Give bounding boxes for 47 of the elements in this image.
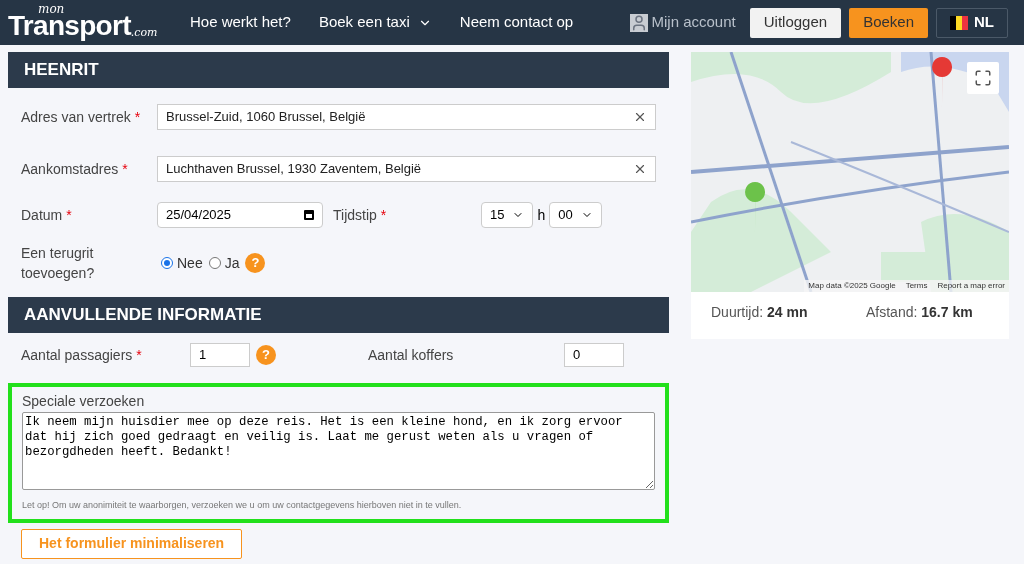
passengers-field[interactable]: 1: [190, 343, 250, 367]
required-mark: *: [134, 107, 141, 127]
required-mark: *: [136, 345, 142, 365]
field-label: Tijdstip: [333, 205, 377, 225]
flag-icon: [950, 15, 968, 30]
language-button[interactable]: NL: [936, 7, 1008, 38]
clear-icon[interactable]: [633, 162, 647, 176]
calendar-icon: [304, 210, 314, 220]
select-field[interactable]: 00: [549, 202, 602, 228]
clear-icon[interactable]: [633, 110, 647, 124]
radio-option[interactable]: Ja: [208, 252, 240, 274]
distance-text: Afstand: 16.7 km: [866, 303, 973, 322]
field-label: Aantal passagiers: [21, 345, 133, 365]
suitcases-field[interactable]: 0: [564, 343, 624, 367]
map-attribution[interactable]: Report a map error: [937, 280, 1005, 292]
map-attribution: Map data ©2025 Google: [808, 280, 896, 292]
field-label: Datum: [21, 205, 63, 225]
field-label: Adres van vertrek: [21, 107, 131, 127]
requests-textarea[interactable]: Ik neem mijn huisdier mee op deze reis. Het is een kleine hond, en ik zorg ervoor dat hij zich goed gedraagt en veilig is. Laat me gerust weten als u vragen of bezorgdheden heeft. Bedankt!: [22, 412, 655, 490]
field-label: Speciale verzoeken: [22, 392, 146, 411]
fullscreen-button[interactable]: [967, 62, 999, 94]
required-mark: *: [122, 159, 128, 179]
field-label: Aantal koffers: [368, 345, 454, 365]
account-link[interactable]: Mijn account: [629, 11, 736, 34]
duration-text: Duurtijd: 24 mn: [711, 303, 809, 322]
logout-button[interactable]: Uitloggen: [749, 7, 842, 38]
logo[interactable]: mon Transport.com: [8, 2, 180, 43]
address-field[interactable]: Brussel-Zuid, 1060 Brussel, België: [157, 104, 656, 130]
nav-link[interactable]: Hoe werkt het?: [190, 11, 291, 34]
map-attribution[interactable]: Terms: [905, 280, 928, 292]
radio-option[interactable]: Nee: [161, 252, 203, 274]
address-field[interactable]: Luchthaven Brussel, 1930 Zaventem, België: [157, 156, 656, 182]
required-mark: *: [66, 205, 72, 225]
section-header: HEENRIT: [8, 52, 669, 88]
field-label: Aankomstadres: [21, 159, 119, 179]
field-label: Een terugrit toevoegen?: [21, 244, 96, 283]
user-icon: [629, 13, 648, 32]
privacy-note: Let op! Om uw anonimiteit te waarborgen, verzoeken we u om uw contactgegevens hierboven niet in te vullen.: [22, 499, 463, 512]
fullscreen-icon: [974, 69, 992, 87]
required-mark: *: [380, 205, 387, 225]
section-header: AANVULLENDE INFORMATIE: [8, 297, 669, 333]
book-button[interactable]: Boeken: [849, 7, 928, 38]
date-field[interactable]: 25/04/2025: [157, 202, 323, 228]
nav-link[interactable]: Neem contact op: [459, 11, 574, 34]
hour-separator: h: [537, 205, 546, 225]
select-field[interactable]: 15: [481, 202, 534, 228]
nav-link[interactable]: Boek een taxi: [318, 11, 432, 34]
